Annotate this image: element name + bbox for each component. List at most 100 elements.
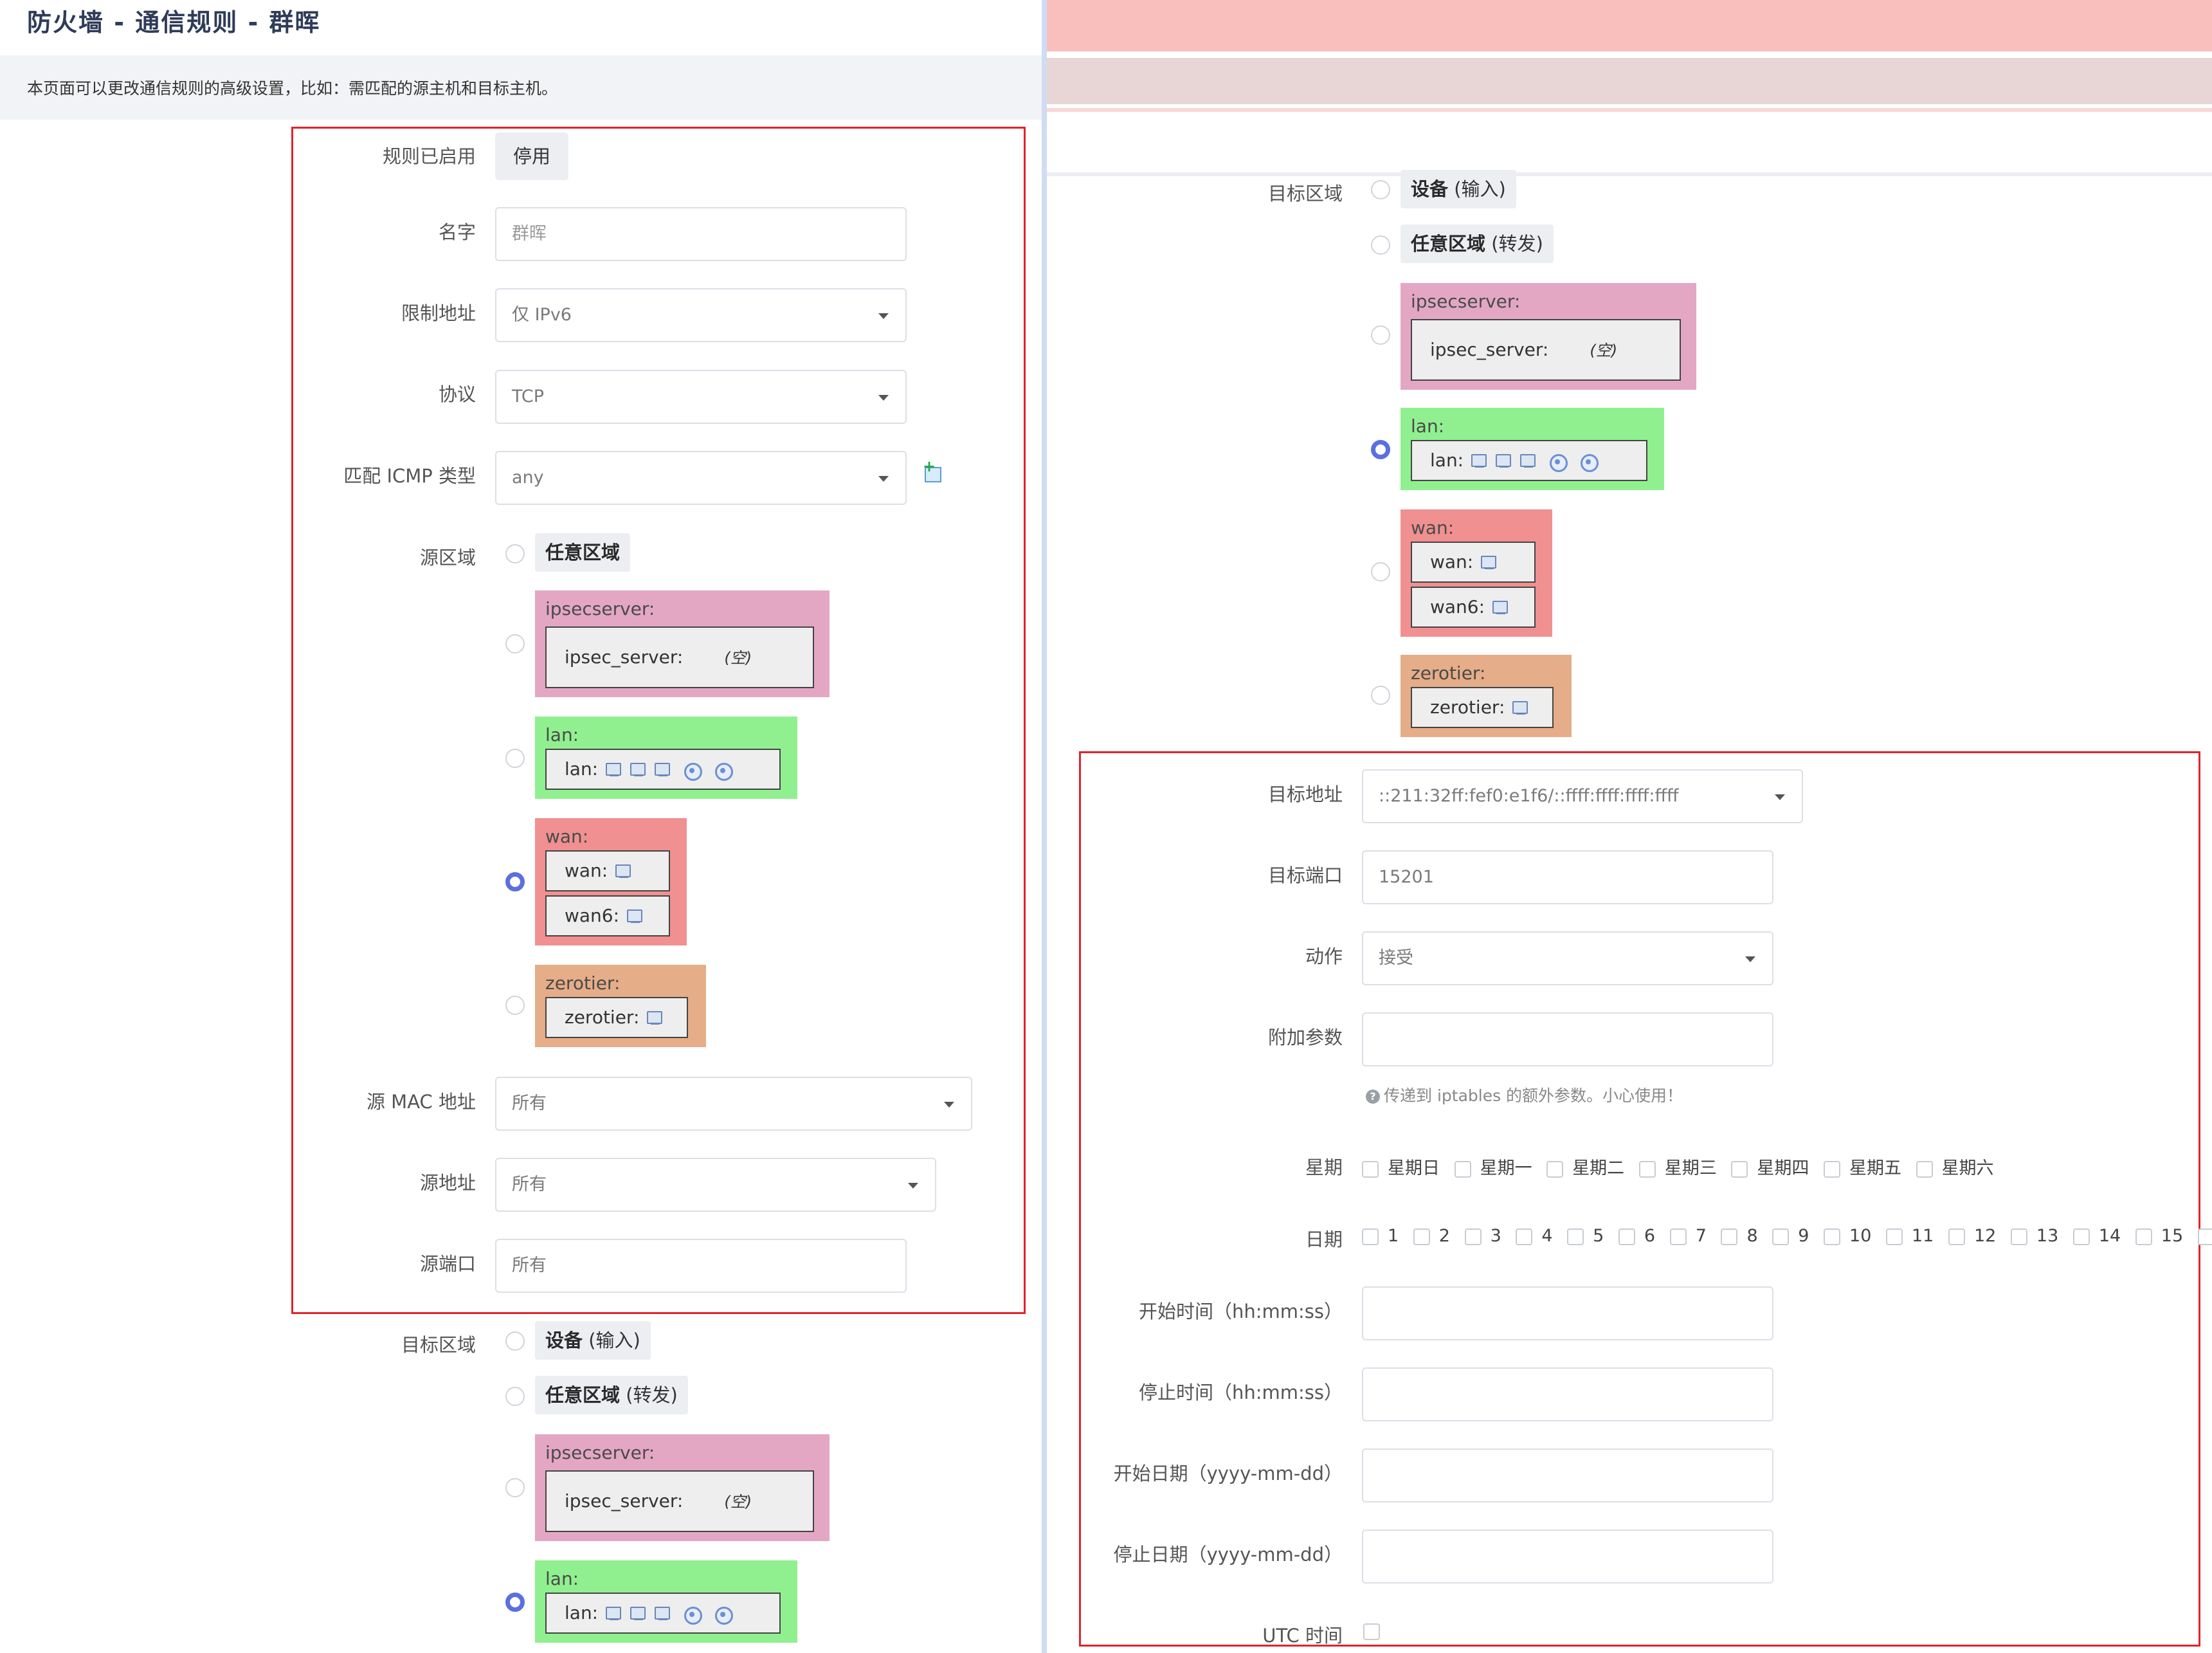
monthday-item[interactable]: 15 <box>2135 1226 2183 1246</box>
dest-ip-select[interactable]: ::211:32ff:fef0:e1f6/::ffff:ffff:ffff:ff… <box>1362 769 1803 823</box>
monthday-item[interactable]: 7 <box>1669 1226 1707 1246</box>
checkbox[interactable] <box>1638 1160 1656 1178</box>
weekday-item[interactable]: 星期四 <box>1731 1154 1809 1179</box>
dest-port-label: 目标端口 <box>1267 864 1343 886</box>
dest-zone-lan-radio[interactable] <box>1371 440 1390 459</box>
checkbox[interactable] <box>1362 1228 1379 1245</box>
monthday-item[interactable]: 13 <box>2010 1226 2058 1246</box>
checkbox[interactable] <box>2072 1228 2090 1245</box>
checkbox[interactable] <box>1823 1160 1840 1178</box>
checkbox[interactable] <box>1669 1228 1687 1245</box>
protocol-select[interactable]: TCP <box>495 370 907 424</box>
monthday-item[interactable]: 9 <box>1772 1226 1809 1246</box>
add-icmp-icon[interactable] <box>923 457 941 482</box>
zone-iface: wan: <box>1411 542 1536 583</box>
dest-ip-label: 目标地址 <box>1267 783 1343 805</box>
weekday-item[interactable]: 星期五 <box>1823 1154 1901 1179</box>
wifi-icon <box>714 762 734 781</box>
dest-zone-any-radio[interactable] <box>1371 235 1390 255</box>
checkbox[interactable] <box>1464 1228 1482 1245</box>
dest-port-input[interactable]: 15201 <box>1362 850 1773 904</box>
src-zone-lan-radio[interactable] <box>505 749 525 768</box>
checkbox[interactable] <box>1362 1160 1379 1178</box>
monthday-item[interactable]: 1 <box>1362 1226 1399 1246</box>
monthday-item[interactable]: 4 <box>1516 1226 1553 1246</box>
wifi-icon <box>683 1605 703 1625</box>
dest-zone-lan: lan: lan: <box>535 1560 797 1643</box>
checkbox[interactable] <box>1454 1160 1471 1178</box>
stop-date-input[interactable] <box>1362 1530 1773 1584</box>
src-ip-select[interactable]: 所有 <box>495 1158 936 1212</box>
monthday-item[interactable]: 16 <box>2197 1226 2212 1246</box>
checkbox[interactable] <box>2135 1228 2152 1245</box>
dest-zone-ipsecserver-radio[interactable] <box>1371 325 1390 345</box>
checkbox[interactable] <box>2197 1228 2212 1245</box>
dest-zone-wan-radio[interactable] <box>1371 562 1390 581</box>
weekday-item[interactable]: 星期日 <box>1362 1154 1440 1179</box>
dest-zone-lan-radio[interactable] <box>505 1593 525 1612</box>
dest-zone-device-radio[interactable] <box>505 1331 525 1351</box>
src-zone-any-chip: 任意区域 <box>535 533 631 572</box>
checkbox[interactable] <box>1731 1160 1748 1178</box>
checkbox[interactable] <box>1413 1228 1430 1245</box>
dest-zone-any-chip: 任意区域 (转发) <box>535 1376 688 1414</box>
monthday-item[interactable]: 11 <box>1885 1226 1934 1246</box>
disable-button[interactable]: 停用 <box>495 132 569 180</box>
checkbox[interactable] <box>1567 1228 1584 1245</box>
checkbox[interactable] <box>1824 1228 1841 1245</box>
checkbox[interactable] <box>1721 1228 1738 1245</box>
checkbox[interactable] <box>1948 1228 1965 1245</box>
weekday-item[interactable]: 星期六 <box>1916 1154 1994 1179</box>
checkbox[interactable] <box>1916 1160 1933 1178</box>
dest-zone-zerotier-radio[interactable] <box>1371 686 1390 705</box>
target-select[interactable]: 接受 <box>1362 931 1773 985</box>
dest-zone-device-radio[interactable] <box>1371 180 1390 199</box>
network-icon <box>604 762 622 778</box>
monthday-item[interactable]: 5 <box>1567 1226 1604 1246</box>
checkbox[interactable] <box>1546 1160 1564 1178</box>
family-select[interactable]: 仅 IPv6 <box>495 288 907 342</box>
zone-name: lan: <box>1411 416 1445 437</box>
src-mac-select[interactable]: 所有 <box>495 1077 972 1131</box>
checkbox[interactable] <box>1618 1228 1635 1245</box>
monthday-item[interactable]: 8 <box>1721 1226 1758 1246</box>
monthday-item[interactable]: 3 <box>1464 1226 1501 1246</box>
icmp-select[interactable]: any <box>495 451 907 505</box>
weekday-item[interactable]: 星期一 <box>1454 1154 1532 1179</box>
src-zone-ipsecserver-radio[interactable] <box>505 634 525 653</box>
dest-zone-ipsecserver-radio[interactable] <box>505 1478 525 1497</box>
src-port-label: 源端口 <box>419 1253 476 1275</box>
network-icon <box>653 762 671 778</box>
monthday-item[interactable]: 10 <box>1824 1226 1871 1246</box>
weekday-item[interactable]: 星期二 <box>1546 1154 1624 1179</box>
chevron-down-icon <box>944 1102 954 1108</box>
checkbox[interactable] <box>1772 1228 1790 1245</box>
src-zone-wan-radio[interactable] <box>505 872 525 891</box>
src-zone-any-radio[interactable] <box>505 544 525 563</box>
chevron-down-icon <box>1745 956 1755 962</box>
checkbox[interactable] <box>2010 1228 2027 1245</box>
stop-time-input[interactable] <box>1362 1367 1773 1421</box>
panel-shadow <box>1047 172 2212 176</box>
left-pane: 防火墙 - 通信规则 - 群晖 本页面可以更改通信规则的高级设置，比如：需匹配的… <box>0 0 1042 1653</box>
checkbox[interactable] <box>1516 1228 1533 1245</box>
monthday-item[interactable]: 6 <box>1618 1226 1655 1246</box>
src-port-input[interactable]: 所有 <box>495 1239 907 1293</box>
monthday-item[interactable]: 14 <box>2072 1226 2121 1246</box>
checkbox[interactable] <box>1885 1228 1903 1245</box>
utc-checkbox[interactable] <box>1363 1623 1380 1640</box>
monthday-item[interactable]: 2 <box>1413 1226 1450 1246</box>
weekday-item[interactable]: 星期三 <box>1638 1154 1717 1179</box>
protocol-value: TCP <box>512 387 545 406</box>
src-zone-zerotier-radio[interactable] <box>505 996 525 1015</box>
src-zone-zerotier: zerotier: zerotier: <box>535 965 706 1047</box>
zone-iface: ipsec_server: (空) <box>1411 319 1681 381</box>
monthday-item[interactable]: 12 <box>1948 1226 1996 1246</box>
dest-zone-any-radio[interactable] <box>505 1387 525 1406</box>
extra-input[interactable] <box>1362 1012 1773 1066</box>
start-date-input[interactable] <box>1362 1448 1773 1502</box>
start-time-input[interactable] <box>1362 1286 1773 1340</box>
name-input[interactable]: 群晖 <box>495 207 907 261</box>
network-icon <box>629 1605 647 1622</box>
zone-name: ipsecserver: <box>545 1442 655 1463</box>
